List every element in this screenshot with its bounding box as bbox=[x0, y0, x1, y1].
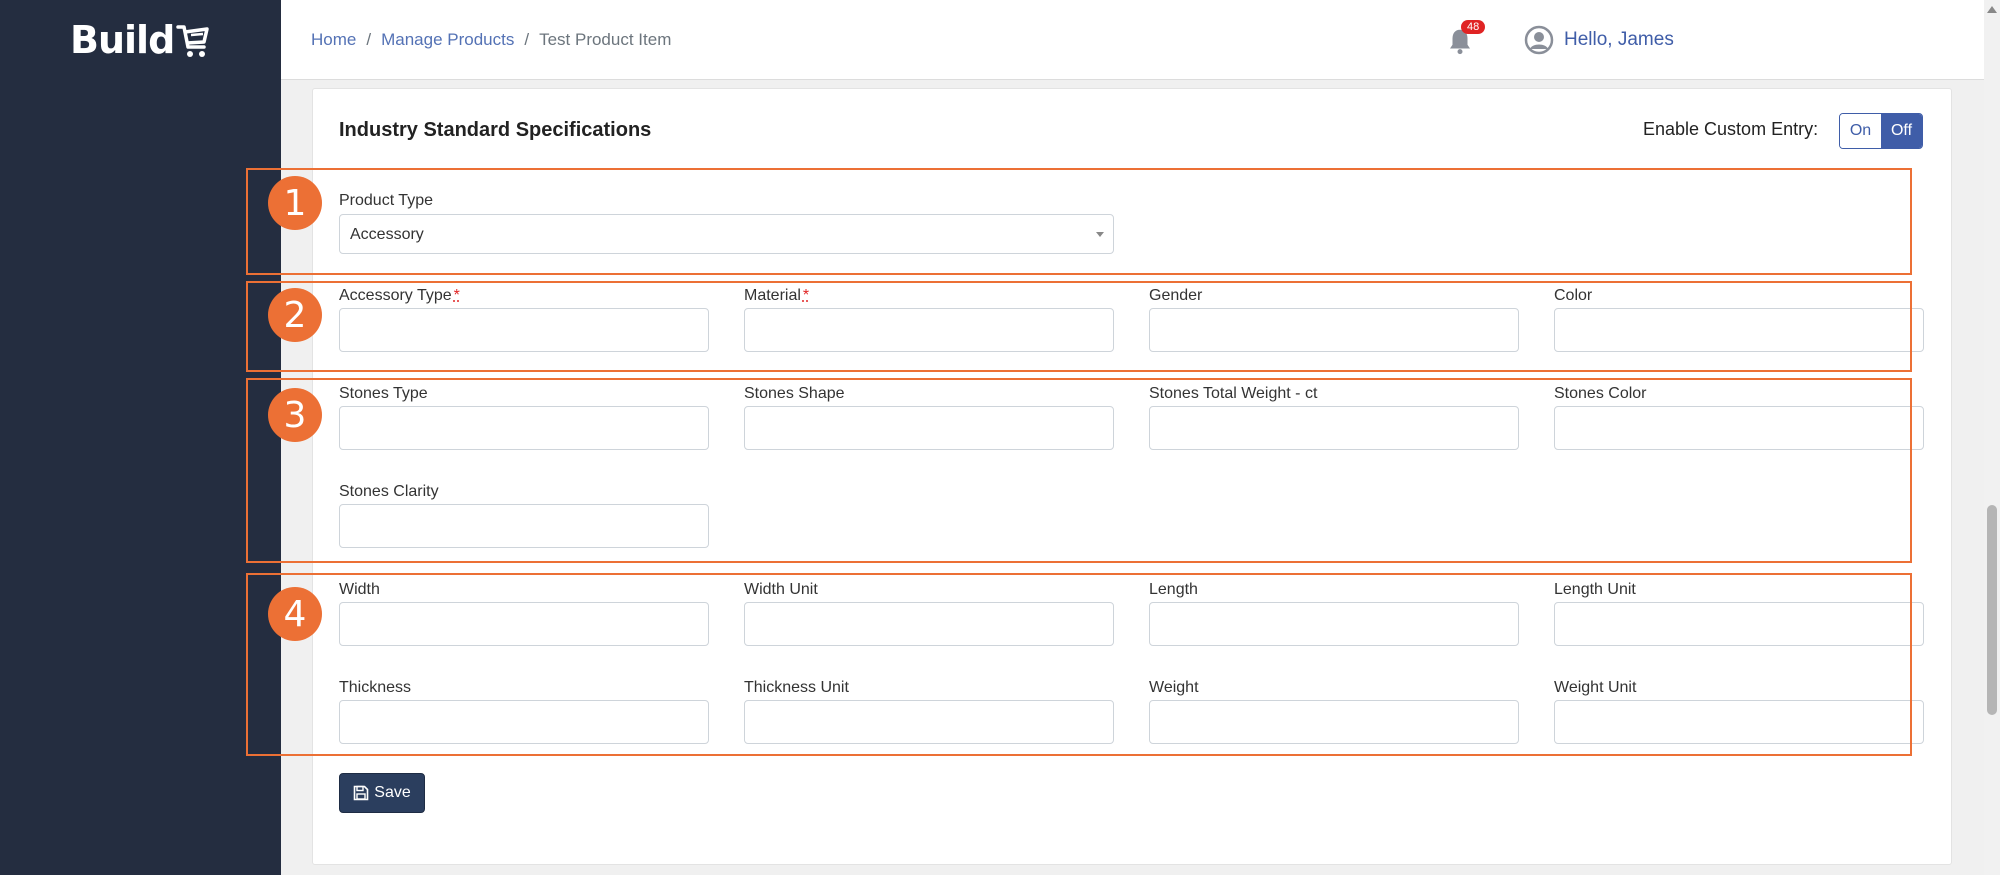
breadcrumb-manage-products[interactable]: Manage Products bbox=[381, 30, 514, 50]
breadcrumb-home[interactable]: Home bbox=[311, 30, 356, 50]
sidebar: Build bbox=[0, 0, 281, 875]
annotation-number-2: 2 bbox=[268, 288, 322, 342]
user-greeting: Hello, James bbox=[1564, 29, 1674, 50]
annotation-box-4 bbox=[246, 573, 1912, 756]
card-title: Industry Standard Specifications bbox=[339, 119, 652, 141]
annotation-number-3: 3 bbox=[268, 388, 322, 442]
save-button[interactable]: Save bbox=[339, 773, 425, 813]
annotation-box-2 bbox=[246, 281, 1912, 372]
breadcrumb-separator: / bbox=[366, 30, 372, 49]
toggle-on[interactable]: On bbox=[1840, 114, 1881, 148]
notification-badge: 48 bbox=[1461, 20, 1486, 34]
annotation-box-3 bbox=[246, 378, 1912, 563]
scrollbar-thumb[interactable] bbox=[1987, 505, 1997, 715]
cart-icon bbox=[176, 25, 210, 57]
scroll-up-arrow-icon[interactable] bbox=[1987, 6, 1997, 13]
save-label: Save bbox=[374, 784, 411, 801]
custom-entry-label: Enable Custom Entry: bbox=[1643, 119, 1819, 139]
scrollbar[interactable] bbox=[1984, 0, 2000, 875]
breadcrumb-current: Test Product Item bbox=[539, 30, 672, 49]
breadcrumb: Home / Manage Products / Test Product It… bbox=[311, 30, 671, 50]
floppy-disk-icon bbox=[353, 785, 369, 801]
toggle-off[interactable]: Off bbox=[1881, 114, 1922, 148]
custom-entry-toggle[interactable]: On Off bbox=[1839, 113, 1923, 149]
top-bar: Home / Manage Products / Test Product It… bbox=[281, 0, 1984, 80]
logo-text: Build bbox=[70, 18, 175, 62]
annotation-number-4: 4 bbox=[268, 587, 322, 641]
user-avatar-icon bbox=[1524, 25, 1554, 55]
logo[interactable]: Build bbox=[70, 18, 210, 62]
annotation-box-1 bbox=[246, 168, 1912, 275]
annotation-number-1: 1 bbox=[268, 176, 322, 230]
user-menu[interactable]: Hello, James bbox=[1524, 25, 1674, 55]
breadcrumb-separator: / bbox=[524, 30, 530, 49]
